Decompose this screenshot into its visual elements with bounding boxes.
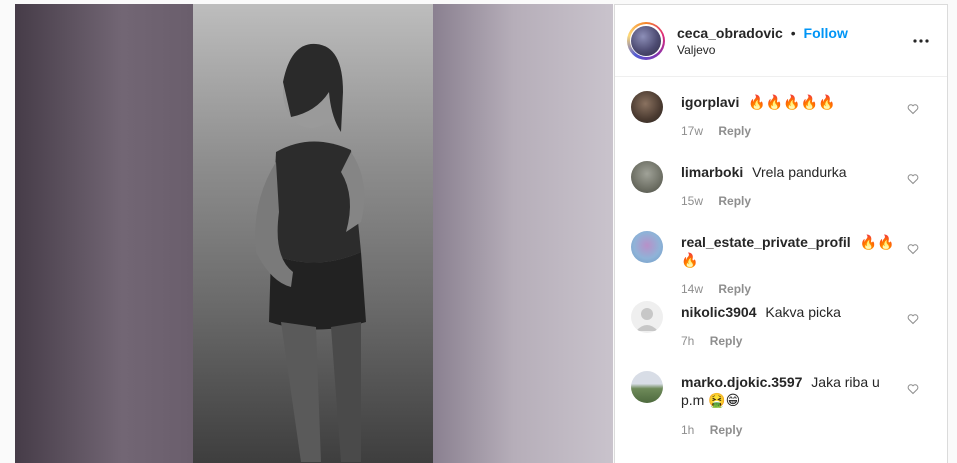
post-location[interactable]: Valjevo <box>677 42 911 58</box>
comment-text-line: nikolic3904 Kakva picka <box>681 303 895 321</box>
author-line: ceca_obradovic • Follow <box>677 24 911 42</box>
commenter-username[interactable]: nikolic3904 <box>681 304 757 320</box>
commenter-avatar-default[interactable] <box>631 301 663 333</box>
post-photo <box>193 4 433 463</box>
comment-text-line: marko.djokic.3597 Jaka riba u p.m 🤮😁 <box>681 373 895 409</box>
comment-time[interactable]: 7h <box>681 334 694 348</box>
author-info: ceca_obradovic • Follow Valjevo <box>677 24 911 58</box>
commenter-avatar[interactable] <box>631 161 663 193</box>
comment-item: real_estate_private_profil 🔥🔥🔥 14w Reply <box>631 217 931 296</box>
reply-button[interactable]: Reply <box>710 423 743 437</box>
avatar-border <box>629 24 663 57</box>
follow-button[interactable]: Follow <box>804 25 848 41</box>
comment-body: limarboki Vrela pandurka 15w Reply <box>681 161 931 217</box>
comments-list: igorplavi 🔥🔥🔥🔥🔥 17w Reply limarboki Vrel… <box>615 77 947 441</box>
comment-text-line: real_estate_private_profil 🔥🔥🔥 <box>681 233 895 269</box>
comment-item: igorplavi 🔥🔥🔥🔥🔥 17w Reply <box>631 77 931 147</box>
commenter-avatar[interactable] <box>631 91 663 123</box>
comment-body: igorplavi 🔥🔥🔥🔥🔥 17w Reply <box>681 91 931 147</box>
commenter-username[interactable]: real_estate_private_profil <box>681 234 851 250</box>
post-side-panel: ceca_obradovic • Follow Valjevo igorplav… <box>614 4 948 463</box>
comment-item: limarboki Vrela pandurka 15w Reply <box>631 147 931 217</box>
post-header: ceca_obradovic • Follow Valjevo <box>615 5 947 77</box>
separator-dot: • <box>790 24 796 41</box>
commenter-avatar[interactable] <box>631 371 663 403</box>
comment-meta: 7h Reply <box>681 334 895 348</box>
comment-body: marko.djokic.3597 Jaka riba u p.m 🤮😁 1h … <box>681 371 931 441</box>
default-user-icon <box>636 308 658 331</box>
reply-button[interactable]: Reply <box>718 124 751 138</box>
image-blur-right <box>433 4 613 463</box>
comment-item: nikolic3904 Kakva picka 7h Reply <box>631 287 931 357</box>
comment-body: real_estate_private_profil 🔥🔥🔥 14w Reply <box>681 231 931 296</box>
comment-body: nikolic3904 Kakva picka 7h Reply <box>681 301 931 357</box>
like-heart-icon[interactable] <box>907 103 919 115</box>
reply-button[interactable]: Reply <box>710 334 743 348</box>
comment-item: marko.djokic.3597 Jaka riba u p.m 🤮😁 1h … <box>631 357 931 441</box>
like-heart-icon[interactable] <box>907 383 919 395</box>
comment-text-line: limarboki Vrela pandurka <box>681 163 895 181</box>
reply-button[interactable]: Reply <box>718 194 751 208</box>
comment-meta: 1h Reply <box>681 423 895 437</box>
comment-text: 🔥🔥🔥🔥🔥 <box>748 94 836 110</box>
commenter-avatar[interactable] <box>631 231 663 263</box>
image-blur-left <box>15 4 193 463</box>
comment-meta: 17w Reply <box>681 124 895 138</box>
commenter-username[interactable]: marko.djokic.3597 <box>681 374 802 390</box>
more-options-icon[interactable] <box>911 31 931 51</box>
comment-meta: 15w Reply <box>681 194 895 208</box>
comment-text-line: igorplavi 🔥🔥🔥🔥🔥 <box>681 93 895 111</box>
commenter-username[interactable]: igorplavi <box>681 94 739 110</box>
author-avatar[interactable] <box>627 21 665 60</box>
photo-subject <box>255 43 366 462</box>
like-heart-icon[interactable] <box>907 173 919 185</box>
like-heart-icon[interactable] <box>907 243 919 255</box>
avatar-image <box>631 25 661 56</box>
post-image[interactable] <box>15 4 613 463</box>
instagram-post-view: ceca_obradovic • Follow Valjevo igorplav… <box>0 0 957 463</box>
commenter-username[interactable]: limarboki <box>681 164 743 180</box>
comment-time[interactable]: 1h <box>681 423 694 437</box>
comment-text: Kakva picka <box>765 304 841 320</box>
author-username[interactable]: ceca_obradovic <box>677 25 783 41</box>
comment-time[interactable]: 17w <box>681 124 703 138</box>
like-heart-icon[interactable] <box>907 313 919 325</box>
comment-time[interactable]: 15w <box>681 194 703 208</box>
comment-text: Vrela pandurka <box>752 164 847 180</box>
